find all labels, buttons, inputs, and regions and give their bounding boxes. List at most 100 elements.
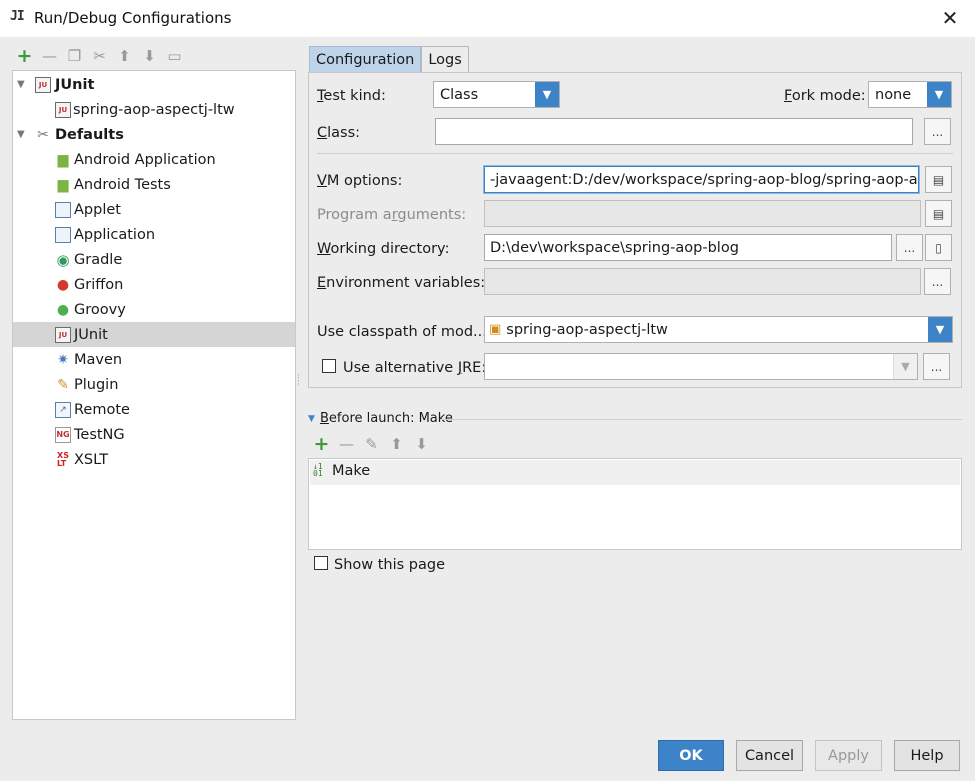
tree-item-junit-default[interactable]: JU JUnit xyxy=(13,322,295,347)
program-arguments-label: Program arguments: xyxy=(317,207,467,223)
apply-button[interactable]: Apply xyxy=(815,740,882,771)
chevron-down-icon: ▼ xyxy=(928,317,952,342)
add-icon[interactable]: + xyxy=(14,45,35,67)
test-kind-value: Class xyxy=(440,86,479,103)
ok-button[interactable]: OK xyxy=(658,740,724,771)
tree-item-label: spring-aop-aspectj-ltw xyxy=(73,101,235,118)
divider xyxy=(440,419,962,420)
tree-item-gradle[interactable]: ◉ Gradle xyxy=(13,247,295,272)
program-arguments-input[interactable] xyxy=(484,200,921,227)
list-item[interactable]: ↓1 01 Make xyxy=(310,460,960,485)
before-launch-toolbar: + — ✎ ⬆ ⬇ xyxy=(311,433,432,455)
environment-variables-input[interactable] xyxy=(484,268,921,295)
tree-item-junit-config[interactable]: JU spring-aop-aspectj-ltw xyxy=(13,97,295,122)
move-down-icon[interactable]: ⬇ xyxy=(411,435,432,453)
tab-logs[interactable]: Logs xyxy=(421,46,469,72)
griffon-icon: ● xyxy=(56,276,70,293)
edit-icon[interactable]: ✎ xyxy=(361,435,382,453)
move-up-icon[interactable]: ⬆ xyxy=(114,46,135,66)
tree-group-label: Defaults xyxy=(55,126,124,143)
macro-icon[interactable]: ▯ xyxy=(925,234,952,261)
alternative-jre-label: Use alternative JRE: xyxy=(343,360,487,376)
test-kind-select[interactable]: Class ▼ xyxy=(433,81,560,108)
tree-item-maven[interactable]: ✷ Maven xyxy=(13,347,295,372)
vm-options-input[interactable]: -javaagent:D:/dev/workspace/spring-aop-b… xyxy=(484,166,919,193)
copy-icon[interactable]: ❐ xyxy=(64,46,85,66)
add-icon[interactable]: + xyxy=(311,433,332,455)
help-button[interactable]: Help xyxy=(894,740,960,771)
expand-arrow-icon[interactable]: ▼ xyxy=(17,129,25,140)
maven-gear-icon: ✷ xyxy=(57,351,69,368)
tree-item-remote[interactable]: ↗ Remote xyxy=(13,397,295,422)
testng-icon: NG xyxy=(55,426,71,443)
junit-icon: JU xyxy=(55,326,71,343)
browse-class-button[interactable]: ... xyxy=(924,118,951,145)
android-icon: ▆ xyxy=(57,176,69,193)
module-folder-icon: ▣ xyxy=(489,322,502,337)
folder-icon[interactable]: ▭ xyxy=(164,46,185,66)
tree-item-label: Remote xyxy=(74,401,130,418)
cancel-button[interactable]: Cancel xyxy=(736,740,803,771)
alternative-jre-checkbox[interactable] xyxy=(322,359,336,373)
fork-mode-value: none xyxy=(875,86,912,103)
show-this-page-checkbox[interactable] xyxy=(314,556,328,570)
make-icon: ↓1 01 xyxy=(313,462,323,478)
before-launch-header[interactable]: ▼ Before launch: Make xyxy=(308,411,962,429)
tree-item-label: Plugin xyxy=(74,376,119,393)
tree-item-android-application[interactable]: ▆ Android Application xyxy=(13,147,295,172)
working-directory-input[interactable]: D:\dev\workspace\spring-aop-blog xyxy=(484,234,892,261)
android-icon: ▆ xyxy=(57,151,69,168)
tree-group-label: JUnit xyxy=(55,76,95,93)
edit-env-vars-button[interactable]: ... xyxy=(924,268,951,295)
tree-item-plugin[interactable]: ✎ Plugin xyxy=(13,372,295,397)
browse-jre-button[interactable]: ... xyxy=(923,353,950,380)
tree-item-label: Gradle xyxy=(74,251,123,268)
before-launch-title: Before launch: Make xyxy=(320,411,453,426)
tree-item-label: JUnit xyxy=(74,326,108,343)
class-input[interactable] xyxy=(435,118,913,145)
move-up-icon[interactable]: ⬆ xyxy=(386,435,407,453)
collapse-triangle-icon[interactable]: ▼ xyxy=(308,414,315,424)
applet-icon xyxy=(55,201,71,218)
tree-item-griffon[interactable]: ● Griffon xyxy=(13,272,295,297)
classpath-module-select[interactable]: ▣ spring-aop-aspectj-ltw ▼ xyxy=(484,316,953,343)
fork-mode-select[interactable]: none ▼ xyxy=(868,81,952,108)
splitter-handle[interactable]: · · · · xyxy=(297,372,300,390)
tree-item-label: Griffon xyxy=(74,276,124,293)
chevron-down-icon: ▼ xyxy=(535,82,559,107)
tree-item-testng[interactable]: NG TestNG xyxy=(13,422,295,447)
tree-item-applet[interactable]: Applet xyxy=(13,197,295,222)
defaults-wrench-icon: ✂ xyxy=(37,126,49,143)
before-launch-list[interactable]: ↓1 01 Make xyxy=(308,458,962,550)
expand-editor-icon[interactable]: ▤ xyxy=(925,200,952,227)
tab-configuration[interactable]: Configuration xyxy=(309,46,422,72)
edit-defaults-icon[interactable]: ✂ xyxy=(89,46,110,66)
tree-group-junit[interactable]: ▼ JU JUnit xyxy=(13,72,295,97)
configurations-tree[interactable]: ▼ JU JUnit JU spring-aop-aspectj-ltw ▼ ✂… xyxy=(12,70,296,720)
tree-item-label: Android Tests xyxy=(74,176,171,193)
divider xyxy=(317,153,953,154)
expand-arrow-icon[interactable]: ▼ xyxy=(17,79,25,90)
tree-item-android-tests[interactable]: ▆ Android Tests xyxy=(13,172,295,197)
classpath-module-value: spring-aop-aspectj-ltw xyxy=(506,321,668,338)
expand-editor-icon[interactable]: ▤ xyxy=(925,166,952,193)
tree-item-groovy[interactable]: ● Groovy xyxy=(13,297,295,322)
junit-icon: JU xyxy=(35,76,51,93)
remove-icon[interactable]: — xyxy=(336,435,357,453)
tree-item-label: Application xyxy=(74,226,156,243)
browse-directory-button[interactable]: ... xyxy=(896,234,923,261)
tree-group-defaults[interactable]: ▼ ✂ Defaults xyxy=(13,122,295,147)
environment-variables-label: Environment variables: xyxy=(317,275,486,291)
alternative-jre-select[interactable]: ▼ xyxy=(484,353,918,380)
title-bar: JI Run/Debug Configurations ✕ xyxy=(0,0,975,37)
close-icon[interactable]: ✕ xyxy=(937,5,963,31)
chevron-down-icon: ▼ xyxy=(893,354,917,379)
window-title: Run/Debug Configurations xyxy=(34,9,232,27)
tree-item-label: Groovy xyxy=(74,301,126,318)
working-directory-label: Working directory: xyxy=(317,241,450,257)
tree-item-xslt[interactable]: XS LT XSLT xyxy=(13,447,295,472)
gradle-icon: ◉ xyxy=(56,250,70,269)
move-down-icon[interactable]: ⬇ xyxy=(139,46,160,66)
tree-item-application[interactable]: Application xyxy=(13,222,295,247)
remove-icon[interactable]: — xyxy=(39,46,60,66)
